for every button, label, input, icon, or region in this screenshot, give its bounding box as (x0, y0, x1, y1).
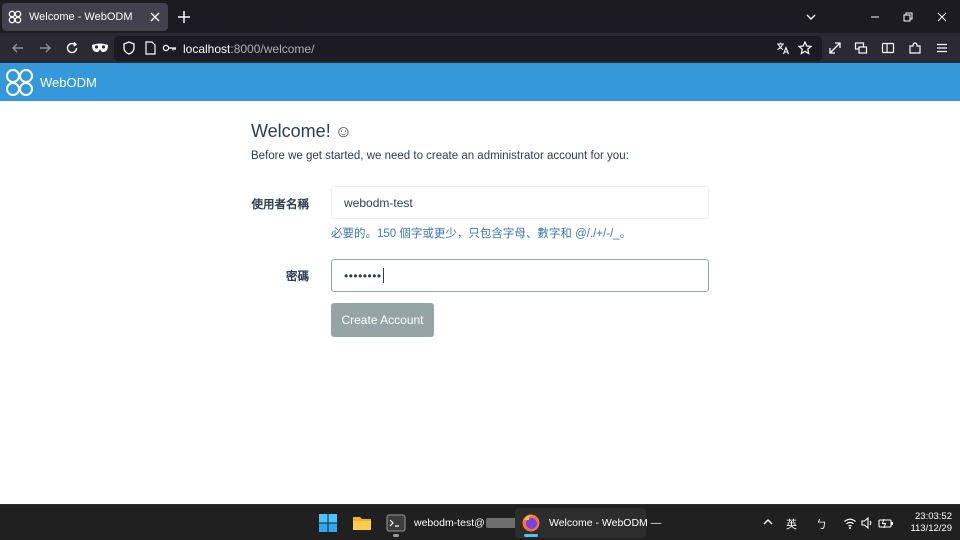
ime-language[interactable]: 英 (786, 516, 797, 532)
expand-icon[interactable] (827, 40, 843, 56)
ime-mode[interactable]: ㄅ (816, 516, 827, 532)
username-help: 必要的。150 個字或更少，只包含字母、數字和 @/./+/-/_。 (331, 228, 632, 240)
url-text[interactable]: localhost:8000/welcome/ (183, 42, 314, 56)
wifi-icon[interactable] (843, 516, 857, 530)
redacted-text (485, 518, 518, 529)
webodm-logo-icon[interactable] (5, 68, 34, 97)
password-input[interactable]: •••••••• (331, 259, 709, 292)
tab-title: Welcome - WebODM (29, 11, 133, 23)
speaker-icon[interactable] (860, 516, 874, 530)
smiley-icon: ☺ (334, 122, 353, 141)
url-bar[interactable]: localhost:8000/welcome/ (114, 36, 822, 61)
taskbar: webodm-test@ Welcome - WebODM — 英 ㄅ 23:0… (0, 504, 960, 540)
clock-time: 23:03:52 (915, 511, 952, 522)
running-indicator (393, 534, 399, 537)
intro-text: Before we get started, we need to create… (251, 150, 629, 162)
reload-icon[interactable] (64, 40, 80, 56)
key-icon[interactable] (162, 40, 178, 56)
taskbar-firefox[interactable]: Welcome - WebODM — (515, 508, 661, 538)
menu-icon[interactable] (934, 40, 950, 56)
shield-icon[interactable] (121, 40, 137, 56)
mask-icon[interactable] (91, 40, 109, 56)
text-caret (382, 268, 384, 283)
translate-icon[interactable] (775, 40, 791, 56)
page-title: Welcome! ☺ (251, 121, 352, 142)
close-icon[interactable] (148, 10, 162, 24)
password-value: •••••••• (344, 268, 382, 283)
create-account-button[interactable]: Create Account (331, 303, 434, 337)
page-icon[interactable] (142, 40, 158, 56)
taskbar-terminal[interactable]: webodm-test@ (380, 508, 524, 538)
browser-navbar: localhost:8000/welcome/ (0, 33, 960, 63)
firefox-label: Welcome - WebODM — (549, 517, 662, 529)
file-explorer-icon[interactable] (352, 513, 372, 533)
chevron-down-icon[interactable] (803, 9, 819, 25)
arrow-left-icon[interactable] (10, 40, 26, 56)
minimize-icon[interactable] (867, 9, 883, 25)
browser-tab[interactable]: Welcome - WebODM (2, 3, 168, 31)
restore-icon[interactable] (900, 9, 916, 25)
terminal-label: webodm-test@ (414, 517, 485, 529)
window-close-icon[interactable] (934, 9, 950, 25)
username-input[interactable]: webodm-test (331, 186, 709, 219)
firefox-icon (521, 513, 541, 533)
url-host: localhost (183, 42, 231, 56)
terminal-icon (386, 514, 406, 532)
screenshot-icon[interactable] (853, 40, 869, 56)
arrow-right-icon[interactable] (37, 40, 53, 56)
windows-start-icon[interactable] (318, 513, 338, 533)
webodm-logo-icon (8, 10, 22, 24)
username-value: webodm-test (344, 195, 413, 210)
active-indicator (524, 534, 538, 537)
system-clock[interactable]: 23:03:52 113/12/29 (896, 511, 952, 535)
app-header: WebODM (0, 63, 960, 101)
brand-name[interactable]: WebODM (40, 75, 97, 90)
password-label: 密碼 (286, 271, 309, 283)
browser-tabstrip: Welcome - WebODM (0, 0, 960, 33)
plus-icon[interactable] (175, 8, 193, 26)
url-path: :8000/welcome/ (230, 42, 315, 56)
page-title-text: Welcome! (251, 121, 331, 141)
sidebar-icon[interactable] (880, 40, 896, 56)
chevron-up-icon[interactable] (761, 515, 775, 529)
extensions-icon[interactable] (907, 40, 923, 56)
username-label: 使用者名稱 (251, 199, 310, 211)
star-icon[interactable] (797, 40, 813, 56)
battery-icon[interactable] (878, 516, 894, 530)
clock-date: 113/12/29 (910, 523, 952, 534)
